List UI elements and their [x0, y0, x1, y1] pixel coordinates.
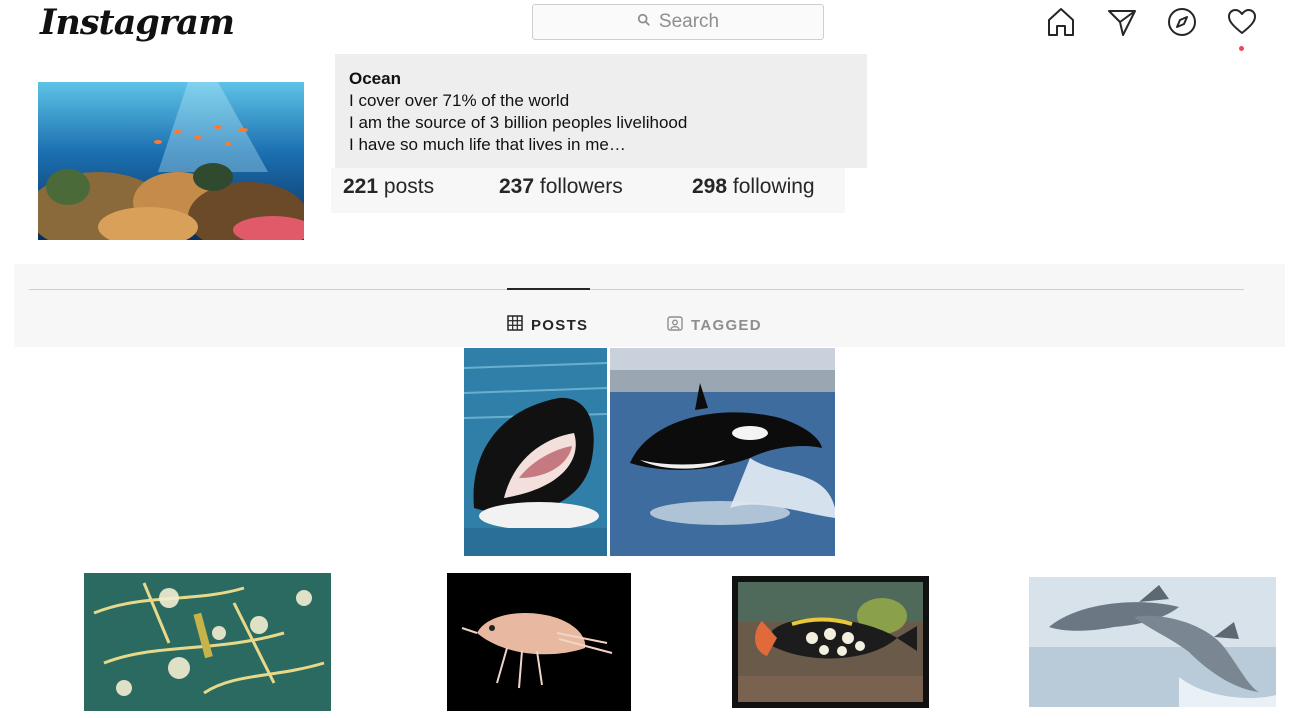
posts-label: posts [383, 175, 435, 198]
post-plankton[interactable] [84, 573, 331, 711]
tabs-divider [29, 289, 1244, 290]
profile-stats: 221 posts 237 followers 298 following [331, 168, 845, 213]
search-icon [637, 11, 651, 33]
following-count-stat[interactable]: 298 following [692, 175, 815, 199]
post-dolphins[interactable] [1029, 577, 1276, 707]
activity-heart-icon[interactable] [1225, 5, 1259, 39]
followers-count: 237 [499, 175, 535, 198]
tabs-bar [14, 264, 1285, 347]
search-input[interactable]: Search [532, 4, 824, 40]
profile-picture[interactable] [38, 82, 304, 240]
following-count: 298 [692, 175, 728, 198]
bio-name: Ocean [349, 69, 401, 88]
home-icon[interactable] [1044, 5, 1078, 39]
direct-message-icon[interactable] [1105, 5, 1139, 39]
post-orca-open-mouth[interactable] [464, 348, 607, 556]
post-amphipod[interactable] [447, 573, 631, 711]
bio-box: Ocean I cover over 71% of the world I am… [335, 54, 867, 168]
bio-line: I am the source of 3 billion peoples liv… [349, 113, 688, 132]
bio-line: I have so much life that lives in me… [349, 135, 626, 154]
following-label: following [732, 175, 815, 198]
search-placeholder: Search [658, 11, 720, 32]
tagged-icon [667, 315, 683, 335]
tab-tagged-label: TAGGED [691, 316, 762, 334]
post-orca-breaching[interactable] [610, 348, 835, 556]
followers-label: followers [539, 175, 623, 198]
explore-icon[interactable] [1165, 5, 1199, 39]
notification-dot [1239, 46, 1244, 51]
posts-count: 221 [343, 175, 379, 198]
posts-count-stat[interactable]: 221 posts [343, 175, 434, 199]
tab-posts-label: POSTS [531, 316, 589, 334]
bio-line: I cover over 71% of the world [349, 91, 570, 110]
post-clown-triggerfish[interactable] [732, 576, 929, 708]
grid-icon [507, 315, 523, 335]
tab-tagged[interactable]: TAGGED [667, 315, 762, 335]
followers-count-stat[interactable]: 237 followers [499, 175, 623, 199]
active-tab-indicator [507, 288, 590, 290]
instagram-logo[interactable]: Instagram [40, 2, 235, 43]
tab-posts[interactable]: POSTS [507, 315, 588, 335]
